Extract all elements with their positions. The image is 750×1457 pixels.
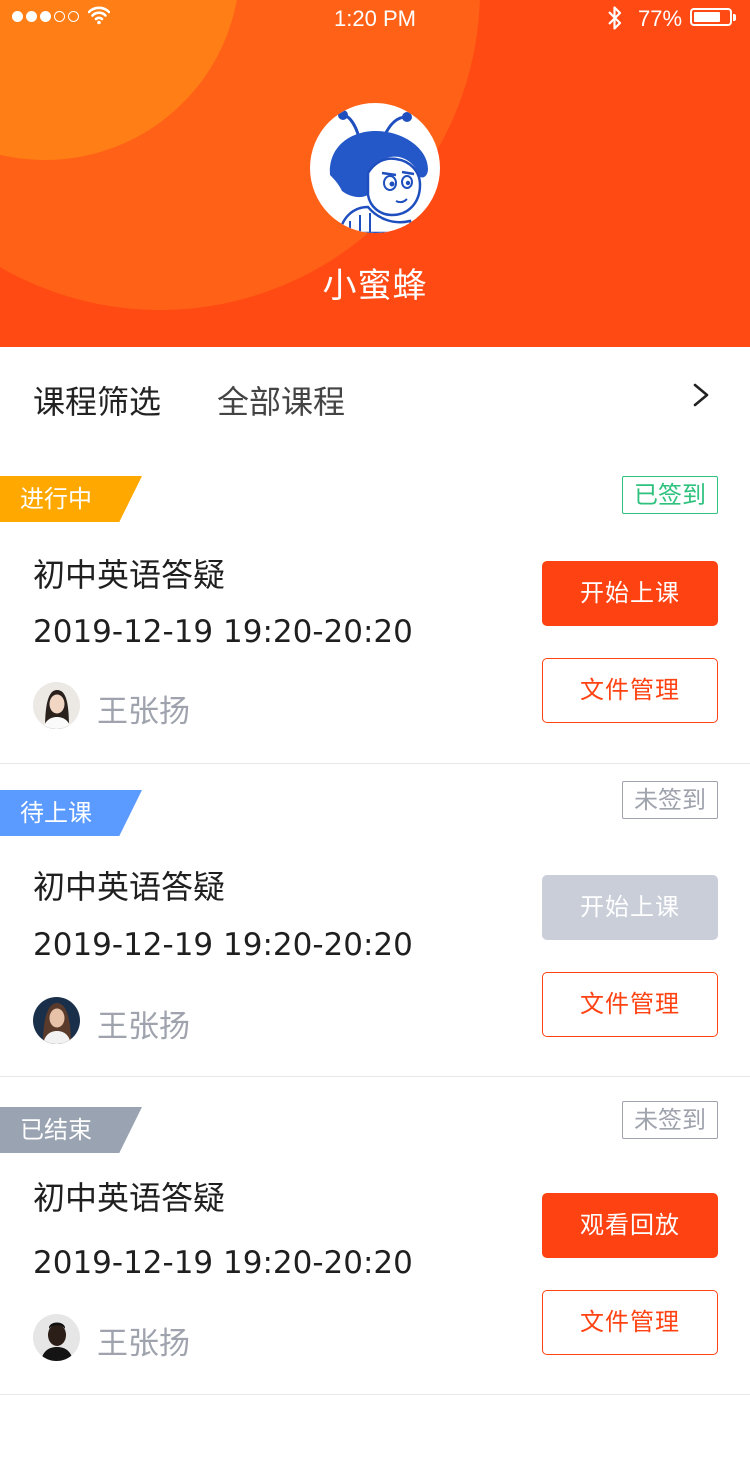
course-card: 已结束 未签到 初中英语答疑 2019-12-19 19:20-20:20 王张… (0, 1077, 750, 1395)
battery-level (694, 12, 720, 22)
file-management-button[interactable]: 文件管理 (542, 1290, 718, 1355)
course-filter-row[interactable]: 课程筛选 全部课程 (0, 347, 750, 447)
battery-icon (690, 8, 736, 26)
course-title: 初中英语答疑 (33, 868, 226, 906)
start-class-button[interactable]: 开始上课 (542, 561, 718, 626)
course-title: 初中英语答疑 (33, 556, 226, 594)
teacher-avatar (33, 997, 80, 1044)
cartoon-bee-avatar-icon (329, 110, 428, 233)
course-time: 2019-12-19 19:20-20:20 (33, 1245, 413, 1281)
course-time: 2019-12-19 19:20-20:20 (33, 927, 413, 963)
status-bar: 1:20 PM 77% (0, 0, 750, 40)
watch-replay-button[interactable]: 观看回放 (542, 1193, 718, 1258)
course-time: 2019-12-19 19:20-20:20 (33, 614, 413, 650)
course-card: 进行中 已签到 初中英语答疑 2019-12-19 19:20-20:20 王张… (0, 446, 750, 764)
course-status-tag: 待上课 (0, 790, 142, 836)
filter-value[interactable]: 全部课程 (217, 377, 345, 423)
start-class-button[interactable]: 开始上课 (542, 875, 718, 940)
battery-percentage: 77% (638, 6, 683, 31)
chevron-right-icon[interactable] (690, 382, 712, 408)
teacher-name: 王张扬 (97, 694, 190, 730)
course-card: 待上课 未签到 初中英语答疑 2019-12-19 19:20-20:20 王张… (0, 764, 750, 1077)
teacher-avatar (33, 1314, 80, 1361)
bluetooth-icon (608, 6, 622, 30)
course-title: 初中英语答疑 (33, 1179, 226, 1217)
sign-in-status-badge: 未签到 (622, 781, 718, 819)
teacher-name: 王张扬 (97, 1326, 190, 1362)
course-status-tag: 已结束 (0, 1107, 142, 1153)
sign-in-status-badge: 已签到 (622, 476, 718, 514)
course-status-tag: 进行中 (0, 476, 142, 522)
teacher-name: 王张扬 (97, 1009, 190, 1045)
file-management-button[interactable]: 文件管理 (542, 972, 718, 1037)
filter-label: 课程筛选 (33, 383, 162, 421)
file-management-button[interactable]: 文件管理 (542, 658, 718, 723)
teacher-avatar (33, 682, 80, 729)
profile-header: 1:20 PM 77% 小蜜蜂 (0, 0, 750, 347)
profile-name: 小蜜蜂 (322, 266, 428, 306)
profile-avatar[interactable] (310, 103, 440, 233)
sign-in-status-badge: 未签到 (622, 1101, 718, 1139)
